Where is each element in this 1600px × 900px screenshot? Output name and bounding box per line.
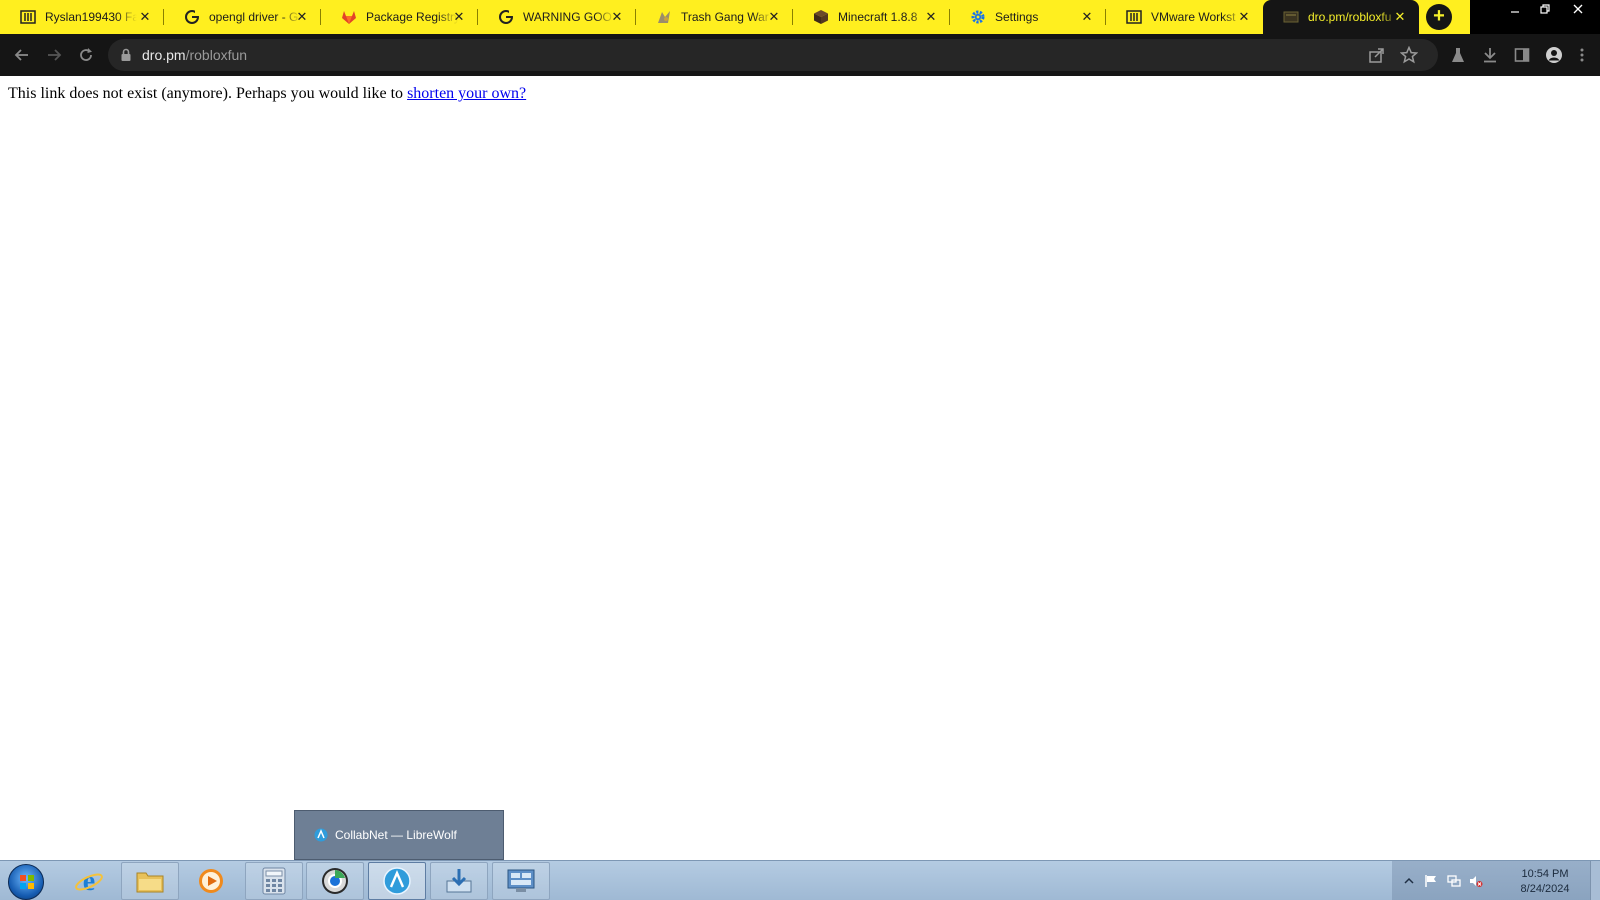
- network-icon[interactable]: [1447, 874, 1461, 888]
- tab-package-registry[interactable]: Package Registry ✕: [321, 0, 478, 34]
- back-arrow-icon[interactable]: [10, 43, 34, 67]
- chrome-icon: [322, 868, 348, 894]
- browser-toolbar: dro.pm/robloxfun: [0, 34, 1600, 76]
- file-explorer-icon: [136, 872, 164, 893]
- tab-title: opengl driver - G: [209, 10, 299, 24]
- taskbar-file-explorer[interactable]: [121, 862, 179, 900]
- taskbar-calculator[interactable]: [245, 862, 303, 900]
- librewolf-icon: [314, 828, 328, 842]
- close-tab-icon[interactable]: ✕: [1236, 9, 1252, 25]
- close-tab-icon[interactable]: ✕: [451, 9, 467, 25]
- taskbar-librewolf[interactable]: [368, 862, 426, 900]
- profile-avatar-icon[interactable]: [1542, 43, 1566, 67]
- calculator-icon: [262, 867, 286, 895]
- close-tab-icon[interactable]: ✕: [294, 9, 310, 25]
- close-tab-icon[interactable]: ✕: [609, 9, 625, 25]
- taskbar-internet-explorer[interactable]: e: [60, 862, 118, 900]
- close-tab-icon[interactable]: ✕: [137, 9, 153, 25]
- share-icon[interactable]: [1368, 46, 1386, 69]
- minecraft-icon: [813, 9, 829, 25]
- tab-trash-gang[interactable]: Trash Gang War ✕: [636, 0, 793, 34]
- close-window-button[interactable]: [1560, 0, 1596, 18]
- taskbar-media-player[interactable]: [182, 862, 240, 900]
- tab-title: dro.pm/robloxfu: [1308, 10, 1392, 24]
- library-icon: [1126, 9, 1142, 25]
- tab-library[interactable]: Ryslan199430 Fa ✕: [0, 0, 164, 34]
- tab-vmware[interactable]: VMware Workst ✕: [1106, 0, 1263, 34]
- taskbar-downloads[interactable]: [430, 862, 488, 900]
- action-center-flag-icon[interactable]: [1424, 874, 1438, 888]
- tab-dro-pm-active[interactable]: dro.pm/robloxfu ✕: [1263, 0, 1419, 34]
- tab-settings[interactable]: Settings ✕: [950, 0, 1106, 34]
- control-panel-icon: [507, 869, 535, 892]
- taskbar-window-preview[interactable]: CollabNet — LibreWolf: [294, 810, 504, 860]
- tab-title: Minecraft 1.8.8: [838, 10, 918, 24]
- tab-google-warning[interactable]: WARNING GOO ✕: [478, 0, 636, 34]
- url-path: /robloxfun: [185, 47, 248, 63]
- restore-window-button[interactable]: [1530, 0, 1560, 18]
- librewolf-icon: [383, 867, 411, 895]
- gitlab-icon: [341, 9, 357, 25]
- close-tab-icon[interactable]: ✕: [1392, 9, 1408, 25]
- google-icon: [184, 9, 200, 25]
- page-content: This link does not exist (anymore). Perh…: [0, 76, 1600, 860]
- gear-icon: [970, 9, 986, 25]
- close-tab-icon[interactable]: ✕: [1079, 9, 1095, 25]
- game-icon: [656, 9, 672, 25]
- forward-arrow-icon[interactable]: [42, 43, 66, 67]
- tab-strip: Ryslan199430 Fa ✕ opengl driver - G ✕ Pa…: [0, 0, 1600, 34]
- tab-title: VMware Workst: [1151, 10, 1236, 24]
- menu-kebab-icon[interactable]: [1570, 43, 1594, 67]
- media-player-icon: [199, 869, 223, 893]
- windows-logo-icon: [20, 875, 34, 889]
- google-icon: [498, 9, 514, 25]
- labs-flask-icon[interactable]: [1446, 43, 1470, 67]
- reload-icon[interactable]: [74, 43, 98, 67]
- close-tab-icon[interactable]: ✕: [766, 9, 782, 25]
- message-text: This link does not exist (anymore). Perh…: [8, 85, 408, 102]
- tab-title: Trash Gang War: [681, 10, 769, 24]
- downloads-icon: [446, 869, 472, 893]
- taskbar-chrome[interactable]: [306, 862, 364, 900]
- address-url: dro.pm/robloxfun: [142, 47, 247, 63]
- svg-text:e: e: [83, 866, 95, 896]
- tab-title: Settings: [995, 10, 1039, 24]
- windows-taskbar: e 10:54 PM 8/24/2024: [0, 860, 1600, 900]
- show-hidden-icons-chevron-icon[interactable]: [1402, 874, 1416, 888]
- page-icon: [1283, 9, 1299, 25]
- lock-icon[interactable]: [118, 47, 134, 63]
- preview-title: CollabNet — LibreWolf: [335, 828, 457, 842]
- url-host: dro.pm: [142, 47, 186, 63]
- tab-google-opengl[interactable]: opengl driver - G ✕: [164, 0, 321, 34]
- dead-link-message: This link does not exist (anymore). Perh…: [8, 85, 526, 103]
- clock-date: 8/24/2024: [1520, 883, 1570, 895]
- clock-time: 10:54 PM: [1521, 868, 1569, 880]
- tab-minecraft[interactable]: Minecraft 1.8.8 ✕: [793, 0, 950, 34]
- start-button[interactable]: [8, 864, 44, 900]
- bookmark-star-icon[interactable]: [1399, 45, 1419, 69]
- shorten-your-own-link[interactable]: shorten your own?: [407, 85, 526, 102]
- new-tab-button[interactable]: +: [1426, 4, 1452, 30]
- address-bar[interactable]: dro.pm/robloxfun: [108, 39, 1438, 71]
- internet-explorer-icon: e: [75, 866, 103, 896]
- tab-title: WARNING GOO: [523, 10, 612, 24]
- close-tab-icon[interactable]: ✕: [923, 9, 939, 25]
- minimize-window-button[interactable]: [1500, 0, 1530, 18]
- tab-title: Ryslan199430 Fa: [45, 10, 137, 24]
- download-icon[interactable]: [1478, 43, 1502, 67]
- taskbar-clock[interactable]: 10:54 PM 8/24/2024: [1510, 867, 1580, 897]
- volume-muted-icon[interactable]: [1469, 874, 1483, 888]
- library-icon: [20, 9, 36, 25]
- tab-title: Package Registry: [366, 10, 458, 24]
- taskbar-control-panel[interactable]: [492, 862, 550, 900]
- show-desktop-button[interactable]: [1590, 861, 1600, 900]
- side-panel-icon[interactable]: [1510, 43, 1534, 67]
